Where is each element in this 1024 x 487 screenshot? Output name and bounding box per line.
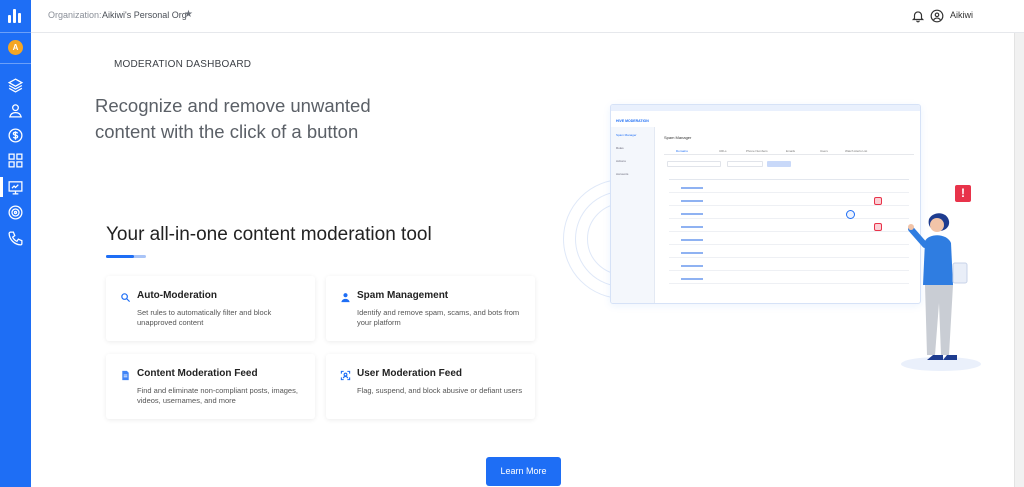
mockup-flag-icon xyxy=(874,197,882,205)
target-icon[interactable] xyxy=(7,204,24,221)
feature-card-content-moderation-feed[interactable]: Content Moderation Feed Find and elimina… xyxy=(106,354,315,419)
mockup-tab: Watch Alerts List xyxy=(845,149,868,153)
dashboard-mockup: HIVE MODERATION Spam Manager Rules Actio… xyxy=(610,104,921,304)
layers-icon[interactable] xyxy=(7,77,24,94)
user-scan-icon xyxy=(340,368,351,381)
apps-icon[interactable] xyxy=(7,152,24,169)
mockup-row-divider xyxy=(669,205,909,206)
page-title: MODERATION DASHBOARD xyxy=(114,59,252,70)
mockup-row-divider xyxy=(669,218,909,219)
phone-icon[interactable] xyxy=(7,230,24,247)
mockup-heading: Spam Manager xyxy=(664,135,692,140)
magnifier-icon xyxy=(120,290,131,303)
mockup-window-bar xyxy=(611,105,920,111)
mockup-app-title: HIVE MODERATION xyxy=(616,119,649,123)
mockup-filter xyxy=(727,161,763,167)
mockup-row-divider xyxy=(669,244,909,245)
mockup-link xyxy=(681,213,703,215)
bell-icon[interactable] xyxy=(911,9,925,23)
alert-icon: ! xyxy=(955,185,971,202)
avatar[interactable]: A xyxy=(8,40,23,55)
mockup-link xyxy=(681,239,703,241)
star-icon[interactable]: ★ xyxy=(184,9,193,20)
feature-card-user-moderation-feed[interactable]: User Moderation Feed Flag, suspend, and … xyxy=(326,354,535,419)
mockup-sidebar-item: Actions xyxy=(616,159,626,163)
mockup-row-divider xyxy=(669,192,909,193)
mockup-sidebar-item: Spam Manager xyxy=(616,133,637,137)
top-header: Organization: Aikiwi's Personal Org ★ Ai… xyxy=(31,0,1024,33)
mockup-row-divider xyxy=(669,257,909,258)
learn-more-button[interactable]: Learn More xyxy=(486,457,561,486)
app-logo-icon[interactable] xyxy=(8,9,23,23)
mockup-row-divider xyxy=(669,270,909,271)
hero-illustration: HIVE MODERATION Spam Manager Rules Actio… xyxy=(561,99,991,379)
sidebar-active-indicator xyxy=(0,177,3,197)
org-name[interactable]: Aikiwi's Personal Org xyxy=(102,10,187,20)
mockup-tab: Phone Numbers xyxy=(746,149,768,153)
mockup-filter xyxy=(667,161,721,167)
moderation-icon[interactable] xyxy=(7,179,24,196)
feature-title: Auto-Moderation xyxy=(137,290,217,301)
subheading: Your all-in-one content moderation tool xyxy=(106,224,432,245)
org-label: Organization: xyxy=(48,10,102,20)
mockup-flag-icon xyxy=(874,223,882,231)
mockup-tab: URLs xyxy=(719,149,727,153)
document-icon xyxy=(120,368,131,381)
feature-title: User Moderation Feed xyxy=(357,368,463,379)
mockup-tab: Users xyxy=(820,149,828,153)
feature-card-spam-management[interactable]: Spam Management Identify and remove spam… xyxy=(326,276,535,341)
mockup-link xyxy=(681,265,703,267)
feature-card-auto-moderation[interactable]: Auto-Moderation Set rules to automatical… xyxy=(106,276,315,341)
feature-desc: Identify and remove spam, scams, and bot… xyxy=(357,308,520,327)
mockup-tab: Domains xyxy=(676,149,688,153)
main-content: MODERATION DASHBOARD Recognize and remov… xyxy=(31,33,1014,487)
user-name[interactable]: Aikiwi xyxy=(950,10,973,20)
mockup-sidebar-item: Accounts xyxy=(616,172,629,176)
mockup-row-divider xyxy=(669,179,909,180)
mockup-link xyxy=(681,187,703,189)
feature-desc: Flag, suspend, and block abusive or defi… xyxy=(357,386,523,395)
feature-title: Content Moderation Feed xyxy=(137,368,258,379)
mockup-link xyxy=(681,226,703,228)
page-scrollbar[interactable] xyxy=(1014,33,1024,487)
hero-text: Recognize and remove unwanted content wi… xyxy=(95,95,371,142)
mockup-sidebar: Spam Manager Rules Actions Accounts xyxy=(611,127,655,303)
mockup-row-divider xyxy=(669,283,909,284)
user-icon[interactable] xyxy=(7,102,24,119)
sidebar-divider xyxy=(0,63,31,64)
mockup-tab: Emails xyxy=(786,149,796,153)
mockup-row-divider xyxy=(669,231,909,232)
spam-user-icon xyxy=(340,290,351,303)
billing-icon[interactable] xyxy=(7,127,24,144)
mockup-link xyxy=(681,200,703,202)
sidebar-divider xyxy=(0,32,31,33)
person-illustration xyxy=(908,213,968,360)
feature-desc: Find and eliminate non-compliant posts, … xyxy=(137,386,298,405)
mockup-link xyxy=(681,278,703,280)
mockup-button xyxy=(767,161,791,167)
sidebar: A xyxy=(0,0,31,487)
user-account-icon[interactable] xyxy=(930,9,944,23)
mockup-tabs: Domains URLs Phone Numbers Emails Users … xyxy=(664,148,914,155)
subheading-underline xyxy=(106,255,146,258)
mockup-block-icon xyxy=(846,210,855,219)
mockup-sidebar-item: Rules xyxy=(616,146,624,150)
feature-title: Spam Management xyxy=(357,290,449,301)
feature-desc: Set rules to automatically filter and bl… xyxy=(137,308,272,327)
mockup-link xyxy=(681,252,703,254)
